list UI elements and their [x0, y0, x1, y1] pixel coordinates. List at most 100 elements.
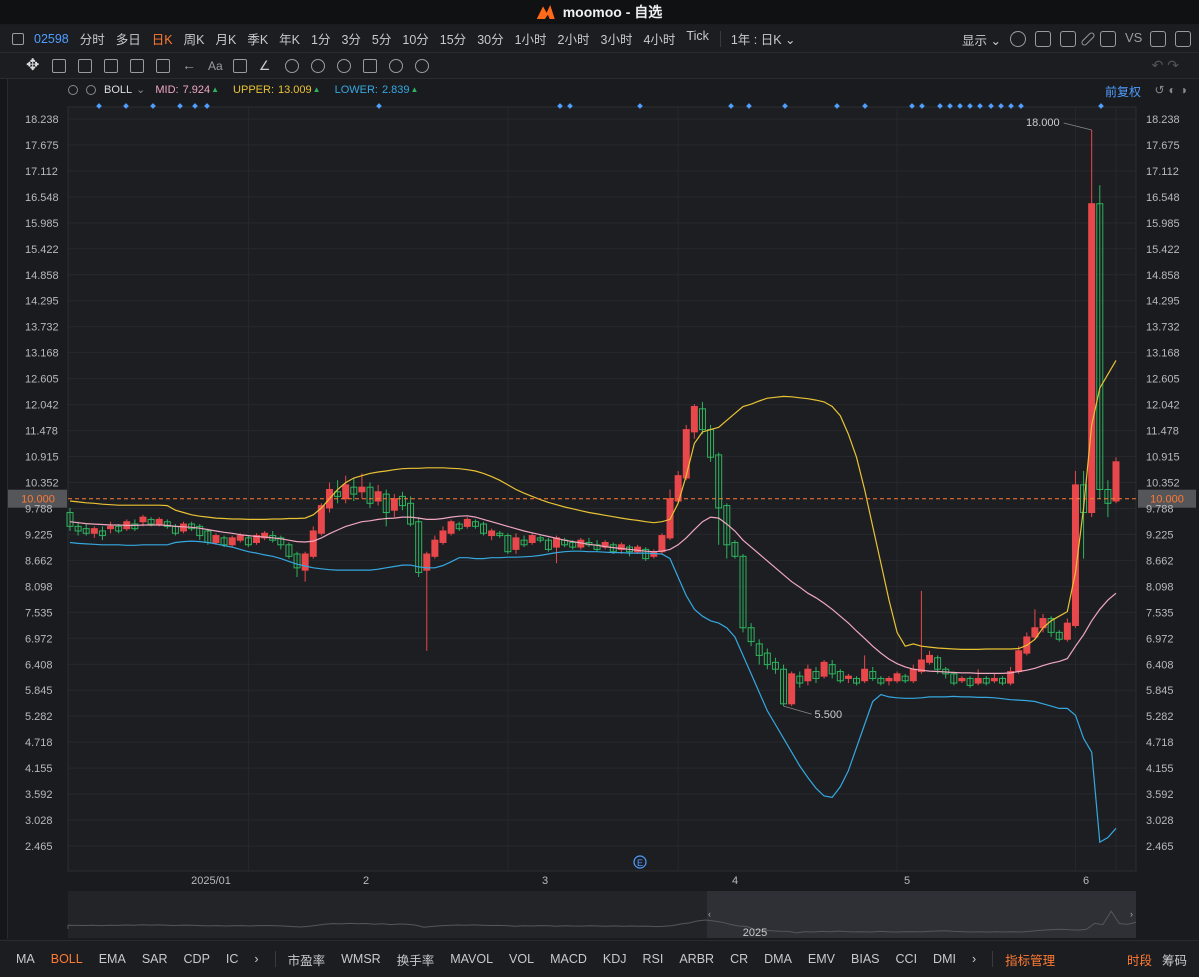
period-tab[interactable]: 3小时 [601, 29, 633, 48]
candle-body [804, 668, 812, 682]
hide-icon[interactable] [336, 58, 351, 73]
indicator-tab[interactable]: SAR [142, 952, 168, 966]
x-tick-label: 3 [542, 875, 548, 887]
display-menu[interactable]: 显示 ⌄ [962, 30, 1001, 49]
period-tab[interactable]: 1小时 [515, 29, 547, 48]
layout-icon[interactable] [1035, 31, 1051, 47]
indicator-tab[interactable]: KDJ [603, 952, 627, 966]
camera-icon[interactable] [1060, 31, 1076, 47]
y-tick-label: 17.675 [25, 140, 59, 152]
candlestick-chart[interactable]: 10.000 10.000 18.23817.67517.11216.54815.… [8, 79, 1199, 939]
x-tick-label: 6 [1083, 875, 1089, 887]
low-annotation: 5.500 [815, 709, 843, 721]
candle-body [974, 677, 982, 684]
adjust-mode-link[interactable]: 前复权 [1105, 83, 1141, 100]
chips-tab[interactable]: 筹码 [1162, 950, 1187, 969]
text-tool-icon[interactable]: Aa [208, 59, 223, 73]
channel-tool-icon[interactable] [78, 58, 92, 73]
y-tick-label: 8.662 [25, 555, 53, 567]
panel-icon[interactable] [1175, 31, 1191, 47]
indicator-tab[interactable]: DMA [764, 952, 792, 966]
trash-icon[interactable] [362, 58, 377, 73]
period-tab[interactable]: 2小时 [558, 29, 590, 48]
candle-body [958, 677, 966, 682]
y-tick-label: 15.422 [25, 244, 59, 256]
y-tick-label: 5.845 [1146, 685, 1174, 697]
indicator-tab[interactable]: 市盈率 [288, 950, 326, 969]
move-cross-icon[interactable]: ✥ [26, 57, 40, 73]
indicator-tab[interactable]: WMSR [341, 952, 381, 966]
fullscreen-icon[interactable] [1100, 31, 1116, 47]
period-tab[interactable]: 年K [279, 29, 300, 48]
indicator-tab[interactable]: CCI [896, 952, 918, 966]
pen-icon[interactable] [1080, 31, 1096, 47]
period-tab[interactable]: 5分 [372, 29, 391, 48]
line-tool-icon[interactable] [52, 58, 66, 73]
period-tab[interactable]: 30分 [477, 29, 503, 48]
candle-body [431, 539, 439, 557]
book-icon[interactable] [1150, 31, 1166, 47]
indicator-settings-icon[interactable] [68, 84, 78, 95]
candle-body [682, 429, 690, 479]
indicator-manage-link[interactable]: 指标管理 [1005, 950, 1055, 969]
y-axis-left: 18.238 17.675 17.112 16.548 15.985 15.422 14.8… [25, 114, 59, 853]
fib-tool-icon[interactable] [130, 58, 144, 73]
session-tab[interactable]: 时段 [1127, 950, 1152, 969]
link-icon[interactable] [388, 58, 403, 73]
indicator-tab[interactable]: CDP [184, 952, 210, 966]
indicator-tab[interactable]: BIAS [851, 952, 880, 966]
period-tab[interactable]: 日K [152, 29, 173, 48]
indicator-tab[interactable]: EMV [808, 952, 835, 966]
compare-icon[interactable]: VS [1125, 31, 1142, 47]
wave-tool-icon[interactable] [104, 58, 118, 73]
period-tab[interactable]: 周K [184, 29, 205, 48]
indicator-name[interactable]: BOLL [104, 84, 132, 96]
period-tab[interactable]: 月K [215, 29, 236, 48]
scroll-right-icon[interactable]: › [972, 952, 976, 966]
period-tab[interactable]: 季K [247, 29, 268, 48]
indicator-close-icon[interactable] [86, 84, 96, 95]
period-tab[interactable]: 4小时 [643, 29, 675, 48]
chart-area[interactable]: 10.000 10.000 18.238 17.675 17.112 16.548 15.… [8, 79, 1199, 939]
indicator-dropdown-icon[interactable]: ⌄ [136, 83, 145, 96]
candle-body [447, 521, 455, 534]
chart-control-icons[interactable]: ↺◐◑ [1154, 83, 1191, 97]
y-tick-label: 13.168 [25, 348, 59, 360]
period-tab[interactable]: 1分 [311, 29, 330, 48]
magnet-icon[interactable] [284, 58, 299, 73]
indicator-tab[interactable]: MA [16, 952, 35, 966]
undo-redo-icon[interactable]: ↶ ↷ [1152, 57, 1179, 74]
eye-icon[interactable] [310, 58, 325, 73]
period-tab[interactable]: 多日 [116, 29, 141, 48]
indicator-tab[interactable]: CR [730, 952, 748, 966]
drawing-settings-icon[interactable] [414, 58, 429, 73]
indicator-tab[interactable]: 换手率 [397, 950, 435, 969]
period-tab[interactable]: 3分 [341, 29, 360, 48]
arrow-tool-icon[interactable]: ← [182, 58, 196, 73]
sidebar-toggle-icon[interactable] [12, 32, 24, 45]
candle-body [488, 530, 496, 537]
indicator-tab[interactable]: EMA [99, 952, 126, 966]
period-tab[interactable]: 10分 [402, 29, 428, 48]
navigator-year: 2025 [743, 927, 767, 939]
note-tool-icon[interactable] [232, 58, 247, 73]
indicator-tab[interactable]: BOLL [51, 952, 83, 966]
indicator-tab[interactable]: MACD [550, 952, 587, 966]
upper-value: 13.009 [278, 83, 312, 96]
measure-tool-icon[interactable] [156, 58, 170, 73]
scroll-right-icon[interactable]: › [254, 952, 258, 966]
stock-code[interactable]: 02598 [34, 32, 69, 46]
settings-icon[interactable] [1010, 31, 1026, 47]
indicator-tab[interactable]: IC [226, 952, 239, 966]
indicator-tab[interactable]: ARBR [679, 952, 714, 966]
y-tick-label: 10.915 [1146, 452, 1180, 464]
indicator-tab[interactable]: MAVOL [450, 952, 493, 966]
indicator-tab[interactable]: VOL [509, 952, 534, 966]
period-tab[interactable]: 分时 [80, 29, 105, 48]
period-tab[interactable]: 15分 [440, 29, 466, 48]
indicator-tab[interactable]: RSI [643, 952, 664, 966]
period-tab[interactable]: Tick [686, 29, 708, 48]
pencil-tool-icon[interactable]: ∠ [259, 59, 273, 73]
indicator-tab[interactable]: DMI [933, 952, 956, 966]
range-select[interactable]: 1年 : 日K ⌄ [731, 29, 796, 48]
